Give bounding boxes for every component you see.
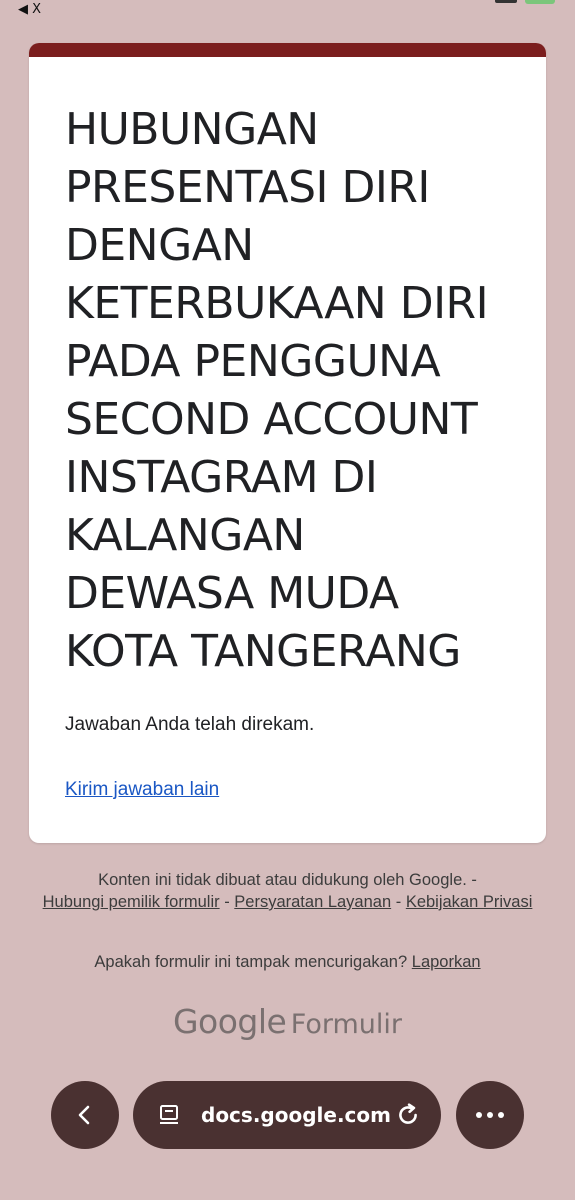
more-options-button[interactable] [456, 1081, 524, 1149]
report-question: Apakah formulir ini tampak mencurigakan? [94, 953, 408, 971]
browser-back-button[interactable] [51, 1081, 119, 1149]
reload-icon[interactable] [395, 1102, 421, 1128]
status-bar: ◀ X [0, 0, 575, 22]
brand-product: Formulir [290, 1009, 403, 1040]
footer-disclaimer: Konten ini tidak dibuat atau didukung ol… [40, 869, 535, 913]
form-title: HUBUNGAN PRESENTASI DIRI DENGAN KETERBUK… [65, 104, 489, 677]
separator: - [219, 893, 235, 911]
address-bar[interactable]: docs.google.com [133, 1081, 441, 1149]
submit-another-response-link[interactable]: Kirim jawaban lain [65, 779, 219, 801]
disclaimer-text: Konten ini tidak dibuat atau didukung ol… [98, 871, 477, 889]
confirmation-message: Jawaban Anda telah direkam. [65, 714, 315, 735]
terms-link[interactable]: Persyaratan Layanan [234, 893, 391, 911]
google-forms-logo: Google Formulir [0, 1002, 575, 1041]
status-indicators [495, 0, 555, 6]
contact-owner-link[interactable]: Hubungi pemilik formulir [43, 893, 220, 911]
url-text: docs.google.com [201, 1103, 391, 1127]
signal-icon [495, 0, 517, 3]
card-accent-bar [29, 43, 546, 57]
brand-google: Google [172, 1002, 287, 1041]
chevron-left-icon [78, 1105, 90, 1125]
battery-icon [525, 0, 555, 4]
form-confirmation-card: HUBUNGAN PRESENTASI DIRI DENGAN KETERBUK… [29, 43, 546, 843]
report-link[interactable]: Laporkan [412, 953, 481, 971]
back-to-app-button[interactable]: ◀ X [18, 2, 41, 17]
more-horizontal-icon [476, 1112, 504, 1118]
page-info-icon[interactable] [157, 1103, 181, 1127]
report-row: Apakah formulir ini tampak mencurigakan?… [40, 953, 535, 972]
privacy-link[interactable]: Kebijakan Privasi [406, 893, 533, 911]
separator: - [391, 893, 406, 911]
